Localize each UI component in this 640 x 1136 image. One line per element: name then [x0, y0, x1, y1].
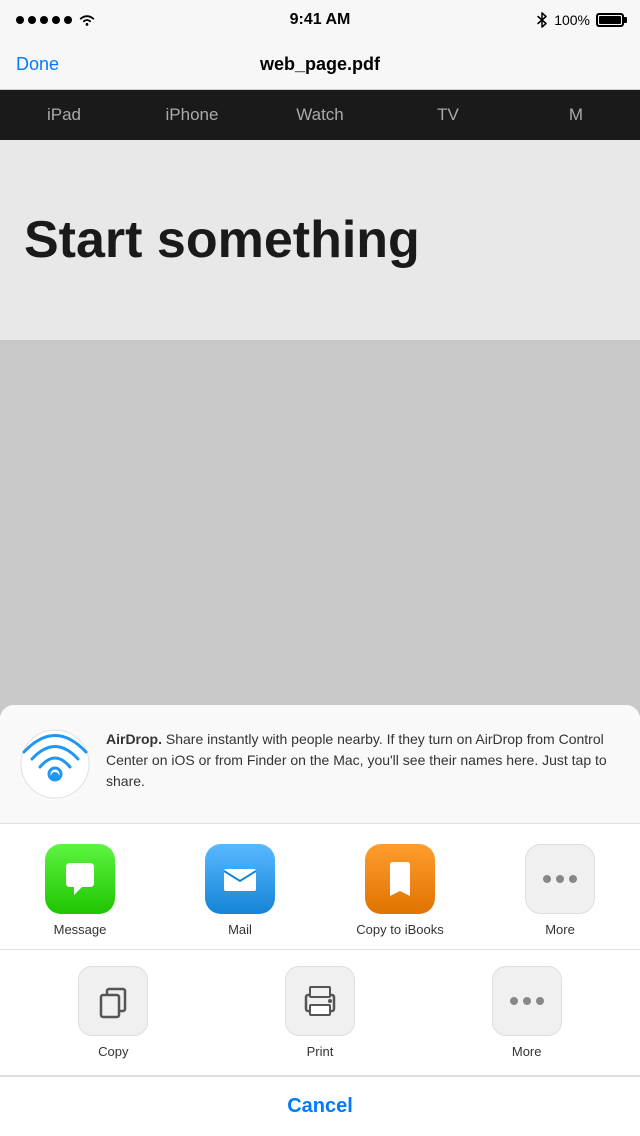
tab-watch[interactable]: Watch: [256, 105, 384, 125]
tab-bar: iPad iPhone Watch TV M: [0, 90, 640, 140]
tab-tv[interactable]: TV: [384, 105, 512, 125]
mail-icon: [205, 844, 275, 914]
share-apps-row: Message Mail Copy to iBooks: [0, 824, 640, 950]
action-copy[interactable]: Copy: [20, 966, 207, 1059]
bluetooth-icon: [536, 12, 548, 28]
share-app-ibooks[interactable]: Copy to iBooks: [340, 844, 460, 939]
message-label: Message: [54, 922, 107, 939]
three-dots-icon: [543, 875, 577, 883]
more-apps-label: More: [545, 922, 575, 939]
share-app-message[interactable]: Message: [20, 844, 140, 939]
share-app-more[interactable]: More: [500, 844, 620, 939]
nav-bar: Done web_page.pdf: [0, 40, 640, 90]
more-icon-box: [492, 966, 562, 1036]
share-sheet: AirDrop. Share instantly with people nea…: [0, 705, 640, 1136]
share-app-mail[interactable]: Mail: [180, 844, 300, 939]
status-right: 100%: [536, 12, 624, 28]
more-dots-icon: [510, 997, 544, 1005]
tab-ipad[interactable]: iPad: [0, 105, 128, 125]
mail-label: Mail: [228, 922, 252, 939]
cancel-button[interactable]: Cancel: [0, 1076, 640, 1136]
ibooks-label: Copy to iBooks: [356, 922, 443, 939]
copy-icon-box: [78, 966, 148, 1036]
airdrop-description: AirDrop. Share instantly with people nea…: [106, 729, 620, 792]
page-title: web_page.pdf: [260, 54, 380, 75]
copy-label: Copy: [98, 1044, 128, 1059]
battery-percent: 100%: [554, 12, 590, 28]
page-heading: Start something: [24, 210, 420, 270]
ibooks-icon: [365, 844, 435, 914]
share-sheet-overlay: AirDrop. Share instantly with people nea…: [0, 705, 640, 1136]
battery-icon: [596, 13, 624, 27]
tab-iphone[interactable]: iPhone: [128, 105, 256, 125]
airdrop-section: AirDrop. Share instantly with people nea…: [0, 705, 640, 824]
airdrop-icon: [20, 729, 90, 799]
wifi-icon: [78, 13, 96, 27]
action-more[interactable]: More: [433, 966, 620, 1059]
signal-dots: [16, 16, 72, 24]
status-bar: 9:41 AM 100%: [0, 0, 640, 40]
more-label: More: [512, 1044, 542, 1059]
action-print[interactable]: Print: [227, 966, 414, 1059]
message-icon: [45, 844, 115, 914]
print-icon-box: [285, 966, 355, 1036]
tab-more[interactable]: M: [512, 105, 640, 125]
status-left: [16, 13, 96, 27]
page-content: Start something: [0, 140, 640, 340]
done-button[interactable]: Done: [16, 54, 59, 75]
print-label: Print: [307, 1044, 334, 1059]
actions-row: Copy Print: [0, 950, 640, 1076]
status-time: 9:41 AM: [290, 11, 351, 29]
more-apps-icon: [525, 844, 595, 914]
